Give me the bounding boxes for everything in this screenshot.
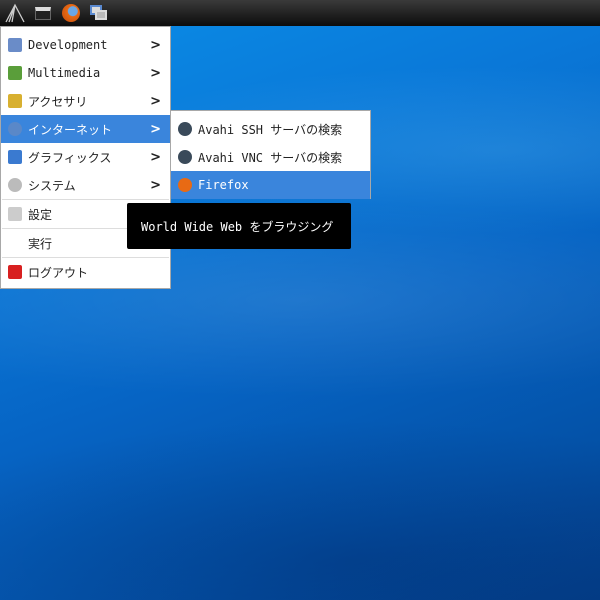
settings-icon xyxy=(8,207,22,221)
tooltip: World Wide Web をブラウジング xyxy=(127,203,351,249)
menu-item[interactable]: ログアウト xyxy=(1,258,170,286)
menu-item-label: ログアウト xyxy=(28,265,89,280)
menu-item[interactable]: Firefox xyxy=(171,171,370,199)
chevron-right-icon: > xyxy=(150,93,161,109)
blank-icon xyxy=(8,236,22,250)
avahi-icon xyxy=(178,122,192,136)
chevron-right-icon: > xyxy=(150,37,161,53)
menu-item-label: Firefox xyxy=(198,178,249,192)
tooltip-text: World Wide Web をブラウジング xyxy=(141,219,334,234)
menu-item[interactable]: アクセサリ > xyxy=(1,87,170,115)
menu-item-label: インターネット xyxy=(28,122,113,137)
menu-item-label: グラフィックス xyxy=(28,150,112,165)
menu-item-label: アクセサリ xyxy=(28,94,88,109)
menu-item[interactable]: インターネット > xyxy=(1,115,170,143)
development-icon xyxy=(8,38,22,52)
graphics-icon xyxy=(8,150,22,164)
internet-submenu: Avahi SSH サーバの検索 Avahi VNC サーバの検索 Firefox xyxy=(170,110,371,199)
internet-icon xyxy=(8,122,22,136)
menu-item-label: 設定 xyxy=(28,207,53,222)
menu-item[interactable]: Avahi VNC サーバの検索 xyxy=(171,143,370,171)
menu-item-label: Development xyxy=(28,38,108,52)
lxde-menu-icon[interactable] xyxy=(4,2,26,24)
chevron-right-icon: > xyxy=(150,121,161,137)
chevron-right-icon: > xyxy=(150,65,161,81)
firefox-icon[interactable] xyxy=(60,2,82,24)
taskbar xyxy=(0,0,600,26)
menu-item[interactable]: グラフィックス > xyxy=(1,143,170,171)
menu-item[interactable]: システム > xyxy=(1,171,170,199)
menu-item-label: Multimedia xyxy=(28,66,101,80)
application-menu: Development > Multimedia > アクセサリ > インターネット > グラフ… xyxy=(0,26,171,289)
logout-icon xyxy=(8,265,22,279)
menu-item[interactable]: Development > xyxy=(1,31,170,59)
terminal-icon[interactable] xyxy=(32,2,54,24)
multimedia-icon xyxy=(8,66,22,80)
system-icon xyxy=(8,178,22,192)
menu-item-label: システム xyxy=(28,178,76,193)
menu-item[interactable]: Multimedia > xyxy=(1,59,170,87)
firefox-icon xyxy=(178,178,192,192)
accessories-icon xyxy=(8,94,22,108)
menu-item-label: 実行 xyxy=(28,236,53,251)
menu-item[interactable]: Avahi SSH サーバの検索 xyxy=(171,115,370,143)
window-switch-icon[interactable] xyxy=(88,2,110,24)
chevron-right-icon: > xyxy=(150,177,161,193)
chevron-right-icon: > xyxy=(150,149,161,165)
menu-item-label: Avahi SSH サーバの検索 xyxy=(198,122,343,137)
menu-item-label: Avahi VNC サーバの検索 xyxy=(198,150,343,165)
avahi-icon xyxy=(178,150,192,164)
